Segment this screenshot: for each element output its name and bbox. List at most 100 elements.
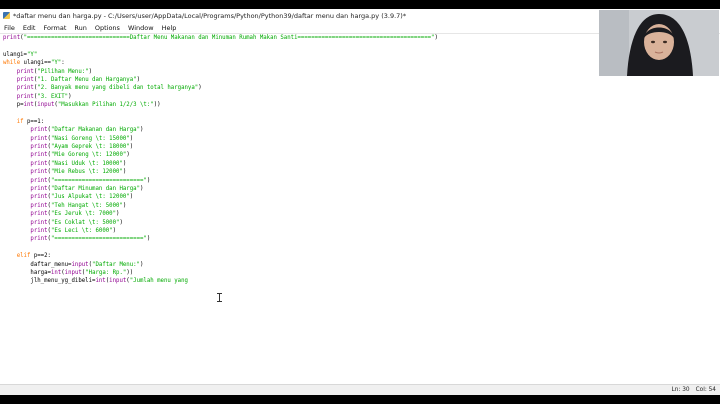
code-token: ) [198, 85, 202, 92]
code-token: ) [140, 261, 144, 268]
code-token: "==========================" [50, 177, 147, 184]
code-line[interactable]: elif p==2: [3, 252, 720, 260]
code-line[interactable]: print("2. Banyak menu yang dibeli dan to… [3, 84, 720, 92]
status-bar: Ln: 30 Col: 54 [0, 384, 720, 395]
code-line[interactable]: print("Daftar Makanan dan Harga") [3, 126, 720, 134]
code-token: "Nasi Uduk \t: 10000" [50, 160, 123, 167]
code-line[interactable]: print("Nasi Uduk \t: 10000") [3, 160, 720, 168]
code-token: "Daftar Makanan dan Harga" [50, 127, 140, 134]
code-line[interactable]: print("Mie Rebus \t: 12000") [3, 168, 720, 176]
code-token: ) [146, 236, 151, 243]
code-line[interactable]: jlh_menu_yg_dibeli=int(input("Jumlah men… [3, 277, 720, 285]
code-token: ) [112, 227, 117, 234]
code-token: print [30, 127, 48, 134]
code-token: "Es Coklat \t: 5000" [50, 219, 120, 226]
python-idle-icon [3, 12, 10, 19]
code-line[interactable]: print("Teh Hangat \t: 5000") [3, 202, 720, 210]
code-token: int [23, 102, 34, 109]
status-col: Col: 54 [695, 387, 716, 393]
code-line[interactable]: print("==========================") [3, 235, 720, 243]
code-token: ) [126, 152, 130, 159]
code-token: print [30, 236, 48, 243]
code-line[interactable]: if p==1: [3, 118, 720, 126]
code-line[interactable]: print("Es Leci \t: 6000") [3, 227, 720, 235]
code-token: print [30, 227, 48, 234]
code-line[interactable]: print("Ayam Geprek \t: 18000") [3, 143, 720, 151]
code-line[interactable]: print("Daftar Minuman dan Harga") [3, 185, 720, 193]
code-token: print [30, 202, 48, 209]
code-token: print [3, 35, 21, 41]
code-token: p==1: [23, 118, 45, 125]
code-line[interactable]: print("Es Coklat \t: 5000") [3, 219, 720, 227]
code-line[interactable]: print("==========================") [3, 177, 720, 185]
code-token: p= [3, 102, 24, 109]
menu-run[interactable]: Run [70, 24, 90, 32]
code-token: ) [122, 169, 127, 176]
code-token: print [16, 93, 34, 100]
code-token: elif [16, 253, 31, 260]
code-line[interactable]: daftar_menu=input("Daftar Menu:") [3, 261, 720, 269]
code-token: harga= [3, 269, 51, 276]
code-token: "Masukkan Pilihan 1/2/3 \t:" [57, 102, 154, 109]
code-line[interactable] [3, 244, 720, 252]
menu-edit[interactable]: Edit [19, 24, 40, 32]
window-title: *daftar menu dan harga.py - C:/Users/use… [13, 11, 407, 20]
code-token: daftar_menu= [3, 261, 72, 268]
webcam-overlay [599, 10, 719, 76]
code-token: int [50, 269, 62, 276]
code-line[interactable] [3, 110, 720, 118]
code-token: )) [126, 269, 134, 276]
menu-file[interactable]: File [0, 24, 19, 32]
code-line[interactable]: print("Mie Goreng \t: 12000") [3, 151, 720, 159]
code-token: "Jumlah menu yang [129, 278, 188, 285]
code-token: input [109, 278, 127, 285]
code-line[interactable]: print("Nasi Goreng \t: 15000") [3, 135, 720, 143]
code-token: print [30, 135, 48, 142]
code-token: ) [140, 186, 144, 193]
code-token: while [3, 60, 21, 67]
code-token: print [16, 85, 34, 92]
code-token: "Mie Goreng \t: 12000" [50, 152, 127, 159]
code-token: "==============================Daftar Me… [23, 35, 435, 41]
code-token: "3. EXIT" [37, 93, 69, 100]
menu-window[interactable]: Window [124, 24, 158, 32]
code-token: print [30, 186, 48, 193]
code-token: ) [129, 135, 134, 142]
code-token: "Pilihan Menu:" [37, 68, 89, 75]
menu-options[interactable]: Options [91, 24, 124, 32]
code-token: ) [136, 76, 141, 83]
code-token: p==2: [30, 253, 51, 260]
code-token: print [30, 177, 48, 184]
code-line[interactable]: print("3. EXIT") [3, 93, 720, 101]
code-line[interactable]: print("1. Daftar Menu dan Harganya") [3, 76, 720, 84]
code-token: "Daftar Minuman dan Harga" [50, 186, 140, 193]
code-line[interactable]: print("Es Jeruk \t: 7000") [3, 210, 720, 218]
code-token: print [30, 160, 48, 167]
code-editor[interactable]: print("==============================Daf… [0, 34, 720, 385]
code-line[interactable]: print("Jus Alpukat \t: 12000") [3, 193, 720, 201]
code-token: "1. Daftar Menu dan Harganya" [37, 76, 137, 83]
code-token: ) [140, 127, 144, 134]
code-token: jlh_menu_yg_dibeli= [3, 278, 96, 285]
code-line[interactable]: p=int(input("Masukkan Pilihan 1/2/3 \t:"… [3, 101, 720, 109]
menu-help[interactable]: Help [158, 24, 181, 32]
menu-format[interactable]: Format [39, 24, 70, 32]
code-token: if [16, 118, 24, 125]
code-line[interactable]: harga=int(input("Harga: Rp.")) [3, 269, 720, 277]
code-token: ulangi= [3, 51, 27, 58]
code-token: input [64, 269, 82, 276]
code-token: "Y" [50, 60, 62, 67]
code-token: input [37, 102, 55, 109]
code-token: ) [88, 68, 93, 75]
